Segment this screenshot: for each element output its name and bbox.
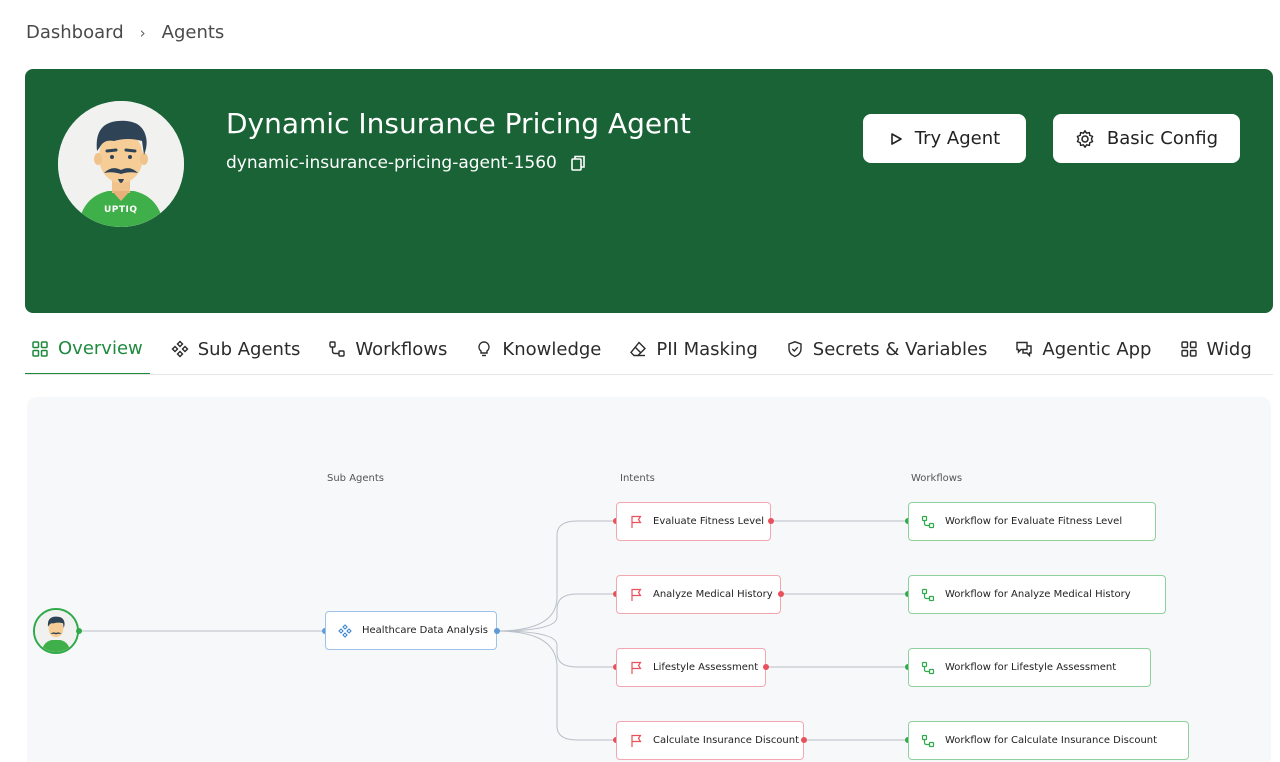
tab-agentic-app[interactable]: Agentic App — [1008, 324, 1158, 374]
tab-knowledge[interactable]: Knowledge — [468, 324, 608, 374]
lightbulb-icon — [478, 341, 491, 357]
workflow-label: Workflow for Calculate Insurance Discoun… — [945, 735, 1158, 746]
avatar-badge: UPTIQ — [104, 205, 138, 215]
tab-pii-masking[interactable]: PII Masking — [622, 324, 764, 374]
workflow-label: Workflow for Lifestyle Assessment — [945, 662, 1117, 673]
intent-node[interactable]: Evaluate Fitness Level — [616, 502, 771, 541]
root-agent-node[interactable] — [33, 608, 79, 654]
workflow-label: Workflow for Analyze Medical History — [945, 589, 1131, 600]
sub-agent-output-port — [494, 628, 500, 634]
sub-agent-label: Healthcare Data Analysis — [362, 625, 488, 636]
workflow-icon — [921, 734, 935, 747]
tab-widgets[interactable]: Widg — [1173, 324, 1259, 374]
agent-slug-row: dynamic-insurance-pricing-agent-1560 — [226, 153, 587, 173]
try-agent-label: Try Agent — [914, 128, 1001, 149]
intent-output-port — [768, 518, 774, 524]
flag-icon — [631, 588, 642, 601]
sub-agent-node[interactable]: Healthcare Data Analysis — [325, 611, 497, 650]
intent-output-port — [763, 664, 769, 670]
agent-avatar: UPTIQ — [58, 101, 184, 227]
agent-tabs: Overview Sub Agents Workflows Knowledge … — [25, 324, 1273, 375]
tab-secrets-variables[interactable]: Secrets & Variables — [779, 324, 995, 374]
basic-config-label: Basic Config — [1106, 128, 1219, 149]
diamond-cluster-icon — [171, 340, 189, 358]
play-icon — [890, 132, 902, 145]
agent-slug: dynamic-insurance-pricing-agent-1560 — [226, 153, 557, 173]
intent-node[interactable]: Lifestyle Assessment — [616, 648, 766, 687]
workflow-label: Workflow for Evaluate Fitness Level — [945, 516, 1123, 527]
workflow-icon — [921, 588, 935, 601]
copy-icon[interactable] — [569, 154, 587, 172]
agent-title: Dynamic Insurance Pricing Agent — [226, 107, 691, 140]
intent-label: Lifestyle Assessment — [653, 662, 759, 673]
diamond-cluster-icon — [338, 623, 352, 638]
workflow-node[interactable]: Workflow for Analyze Medical History — [908, 575, 1166, 614]
workflow-icon — [921, 661, 935, 674]
tab-sub-agents-label: Sub Agents — [197, 338, 301, 360]
intent-output-port — [801, 737, 807, 743]
breadcrumb: Dashboard › Agents — [26, 22, 224, 43]
tab-overview[interactable]: Overview — [25, 324, 150, 374]
tab-widgets-label: Widg — [1206, 338, 1252, 360]
gear-icon — [1076, 129, 1094, 148]
widget-icon — [1180, 341, 1197, 357]
flag-icon — [631, 734, 642, 747]
root-output-port — [76, 628, 82, 634]
chat-icon — [1016, 341, 1033, 358]
tab-pii-masking-label: PII Masking — [656, 338, 758, 360]
tab-workflows-label: Workflows — [355, 338, 448, 360]
intent-label: Calculate Insurance Discount — [653, 735, 800, 746]
tab-secrets-variables-label: Secrets & Variables — [812, 338, 988, 360]
breadcrumb-dashboard-link[interactable]: Dashboard — [26, 22, 124, 43]
tab-sub-agents[interactable]: Sub Agents — [164, 324, 308, 374]
tab-overview-label: Overview — [58, 338, 143, 359]
breadcrumb-separator: › — [139, 23, 146, 42]
workflow-icon — [921, 515, 935, 528]
tab-knowledge-label: Knowledge — [502, 338, 602, 360]
shield-check-icon — [788, 341, 802, 358]
eraser-icon — [630, 341, 647, 357]
basic-config-button[interactable]: Basic Config — [1053, 114, 1240, 163]
flag-icon — [631, 661, 642, 674]
flag-icon — [631, 515, 642, 528]
root-agent-avatar-icon — [35, 610, 77, 652]
intent-label: Evaluate Fitness Level — [653, 516, 765, 527]
grid-icon — [32, 340, 48, 357]
intent-label: Analyze Medical History — [653, 589, 773, 600]
intent-node[interactable]: Calculate Insurance Discount — [616, 721, 804, 760]
tab-workflows[interactable]: Workflows — [321, 324, 454, 374]
intent-node[interactable]: Analyze Medical History — [616, 575, 781, 614]
workflow-node[interactable]: Workflow for Calculate Insurance Discoun… — [908, 721, 1189, 760]
workflow-icon — [329, 341, 346, 357]
workflow-node[interactable]: Workflow for Evaluate Fitness Level — [908, 502, 1156, 541]
tab-agentic-app-label: Agentic App — [1042, 338, 1152, 360]
agent-header-banner: UPTIQ Dynamic Insurance Pricing Agent dy… — [25, 69, 1273, 313]
intent-output-port — [778, 591, 784, 597]
agent-graph-canvas[interactable]: Sub Agents Intents Workflows Healthcare … — [27, 397, 1271, 762]
breadcrumb-current: Agents — [161, 22, 225, 43]
workflow-node[interactable]: Workflow for Lifestyle Assessment — [908, 648, 1151, 687]
try-agent-button[interactable]: Try Agent — [863, 114, 1026, 163]
